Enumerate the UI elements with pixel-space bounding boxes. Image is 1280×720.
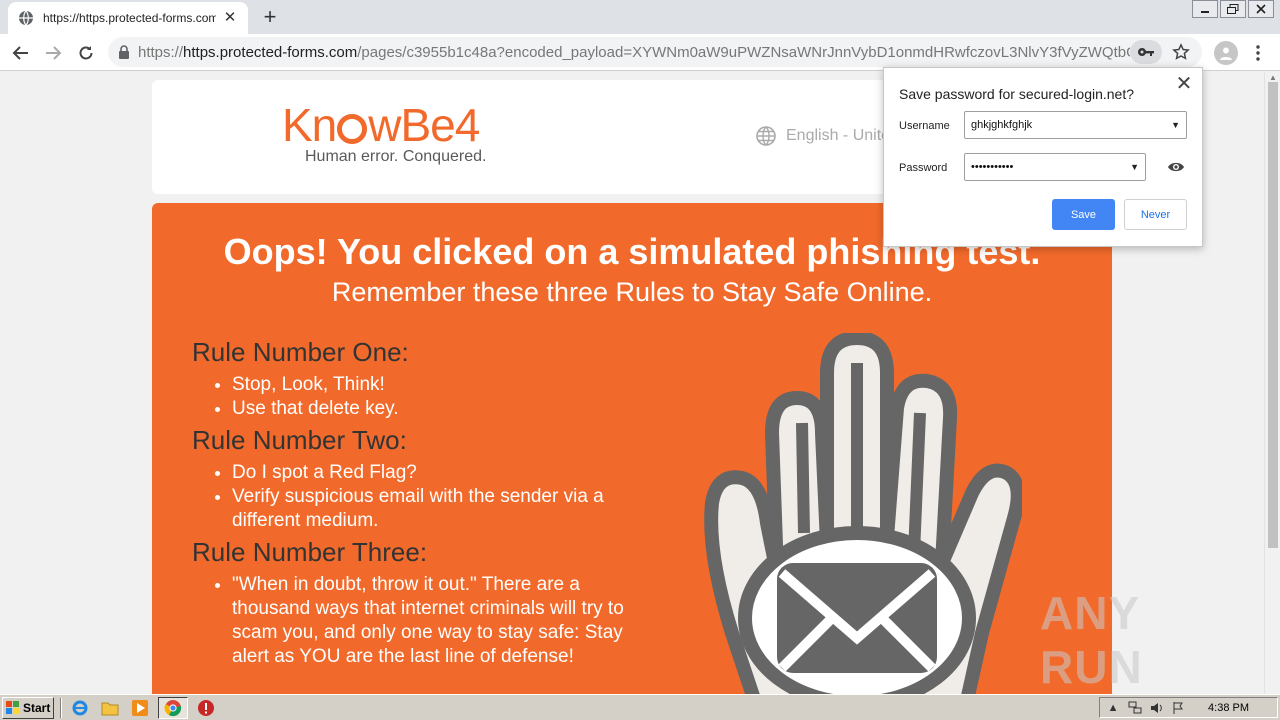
show-hidden-icons-icon[interactable]: ▲ [1106, 701, 1120, 715]
taskbar-divider [60, 697, 62, 718]
kebab-menu-icon [1256, 45, 1260, 61]
star-icon [1172, 43, 1190, 60]
save-button[interactable]: Save [1052, 199, 1115, 230]
restore-button[interactable] [1220, 0, 1246, 18]
internet-explorer-taskbar-button[interactable] [68, 697, 92, 719]
rule-three-list: "When in doubt, throw it out." There are… [192, 573, 632, 669]
list-item: "When in doubt, throw it out." There are… [232, 573, 632, 669]
lock-icon [119, 45, 129, 59]
forward-button[interactable] [40, 40, 66, 66]
address-bar[interactable]: https://https.protected-forms.com/pages/… [108, 37, 1202, 67]
system-tray: ▲ 4:38 PM [1099, 697, 1278, 718]
tab-title: https://https.protected-forms.com/p [43, 11, 216, 25]
volume-icon[interactable] [1150, 701, 1164, 715]
list-item: Stop, Look, Think! [232, 373, 632, 397]
username-dropdown[interactable]: ghkjghkfghjk ▼ [964, 111, 1187, 139]
avatar-icon [1220, 47, 1232, 60]
profile-button[interactable] [1214, 41, 1238, 65]
taskbar-clock[interactable]: 4:38 PM [1208, 702, 1249, 714]
flag-icon [1173, 701, 1183, 714]
scrollbar-thumb[interactable] [1268, 82, 1278, 548]
windows-logo-icon [6, 700, 19, 714]
reload-button[interactable] [73, 40, 99, 66]
window-controls [1192, 0, 1274, 18]
internet-explorer-icon [72, 700, 88, 715]
never-button[interactable]: Never [1124, 199, 1187, 230]
rule-two-title: Rule Number Two: [192, 425, 407, 455]
password-dropdown[interactable]: ••••••••••• ▼ [964, 153, 1146, 181]
warning-icon [198, 699, 214, 716]
page-subheading: Remember these three Rules to Stay Safe … [331, 277, 933, 307]
tab-strip: https://https.protected-forms.com/p ✕ + [0, 0, 1280, 34]
url-text: https://https.protected-forms.com/pages/… [138, 44, 1130, 61]
rule-one-list: Stop, Look, Think! Use that delete key. [192, 373, 632, 421]
password-label: Password [899, 162, 948, 174]
key-icon [1138, 48, 1154, 56]
browser-tab[interactable]: https://https.protected-forms.com/p ✕ [8, 2, 248, 34]
logo-text-end: wBe4 [368, 99, 480, 151]
save-password-dialog: Save password for secured-login.net? ✕ U… [883, 67, 1203, 247]
network-icon-graphic [1128, 701, 1142, 713]
media-player-taskbar-button[interactable] [128, 697, 152, 719]
browser-toolbar: https://https.protected-forms.com/pages/… [0, 34, 1280, 71]
reload-icon [79, 46, 93, 60]
action-center-flag-icon[interactable] [1172, 701, 1186, 715]
chrome-menu-button[interactable] [1248, 40, 1268, 66]
folder-icon [101, 702, 119, 715]
network-icon[interactable] [1128, 701, 1142, 715]
dialog-close-icon[interactable]: ✕ [1174, 74, 1194, 94]
url-scheme: https:// [138, 43, 184, 61]
windows-taskbar: Start ▲ 4:38 PM [0, 694, 1280, 720]
page-scrollbar[interactable]: ▲ [1264, 72, 1280, 694]
rule-one-title: Rule Number One: [192, 337, 409, 367]
tab-close-icon[interactable]: ✕ [222, 10, 238, 26]
phishing-notice-card: Oops! You clicked on a simulated phishin… [152, 203, 1112, 694]
globe-icon [756, 126, 776, 146]
url-path: /pages/c3955b1c48a?encoded_payload=XYWNm… [357, 43, 1130, 61]
minimize-icon [1201, 11, 1209, 13]
chevron-down-icon: ▼ [1130, 162, 1139, 172]
logo-text-start: Kn [282, 99, 337, 151]
start-button[interactable]: Start [2, 696, 54, 719]
bookmark-button[interactable] [1170, 41, 1192, 63]
globe-icon [19, 10, 33, 26]
anyrun-watermark: ANY RUN [1040, 587, 1240, 693]
file-explorer-taskbar-button[interactable] [98, 697, 122, 719]
url-host: https.protected-forms.com [183, 43, 358, 61]
username-value: ghkjghkfghjk [971, 119, 1033, 131]
security-app-taskbar-button[interactable] [194, 697, 218, 719]
forward-arrow-icon [46, 46, 62, 60]
start-label: Start [23, 700, 51, 715]
rules-section: Rule Number One: Stop, Look, Think! Use … [192, 337, 632, 673]
list-item: Use that delete key. [232, 397, 632, 421]
chrome-icon [164, 699, 182, 716]
new-tab-button[interactable]: + [258, 6, 282, 28]
password-value: ••••••••••• [971, 161, 1014, 173]
eye-icon[interactable] [1167, 160, 1185, 174]
logo-tagline: Human error. Conquered. [305, 148, 487, 165]
media-player-icon [132, 699, 148, 716]
close-window-button[interactable] [1248, 0, 1274, 18]
username-label: Username [899, 120, 950, 132]
minimize-button[interactable] [1192, 0, 1218, 18]
speaker-icon [1151, 702, 1162, 713]
logo-arrow-icon [337, 114, 368, 144]
rule-three-title: Rule Number Three: [192, 537, 428, 567]
close-icon [1256, 4, 1266, 14]
rule-two-list: Do I spot a Red Flag? Verify suspicious … [192, 461, 632, 533]
back-arrow-icon [12, 46, 28, 60]
knowbe4-logo: Kn wBe4 Human error. Conquered. [282, 102, 492, 172]
back-button[interactable] [8, 40, 34, 66]
manage-passwords-button[interactable] [1130, 40, 1162, 64]
chevron-down-icon: ▼ [1171, 120, 1180, 130]
dialog-title: Save password for secured-login.net? [899, 86, 1135, 102]
list-item: Do I spot a Red Flag? [232, 461, 632, 485]
list-item: Verify suspicious email with the sender … [232, 485, 632, 533]
stop-hand-envelope-icon [704, 333, 1022, 694]
watermark-text: ANY RUN [1040, 587, 1143, 693]
restore-icon [1227, 4, 1239, 14]
chrome-taskbar-button[interactable] [158, 696, 188, 719]
